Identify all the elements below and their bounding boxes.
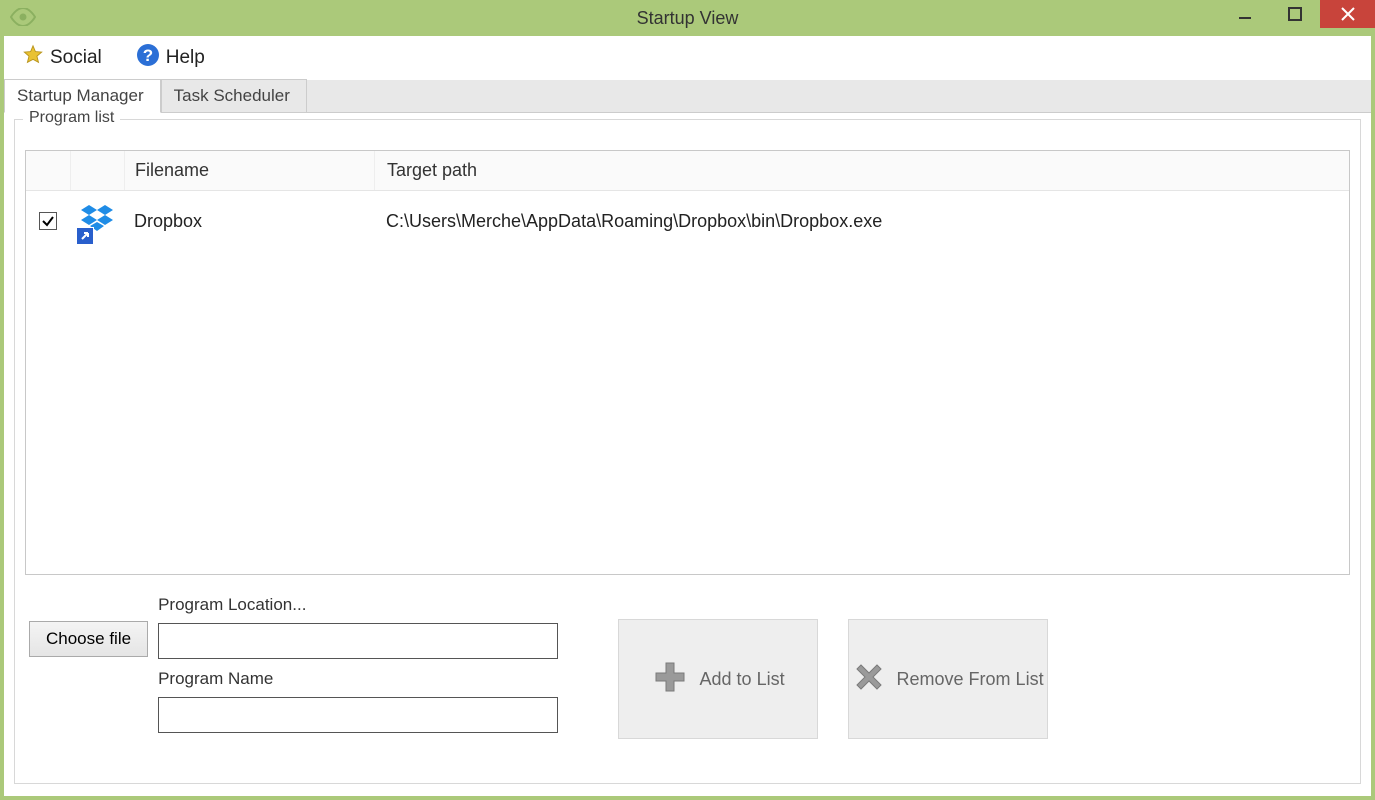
social-button[interactable]: Social xyxy=(22,44,102,72)
toolbar: Social ? Help xyxy=(4,36,1371,80)
app-eye-icon xyxy=(10,8,36,29)
program-location-label: Program Location... xyxy=(158,595,558,615)
row-filename: Dropbox xyxy=(124,191,374,251)
help-button[interactable]: ? Help xyxy=(136,43,205,73)
row-target: C:\Users\Merche\AppData\Roaming\Dropbox\… xyxy=(374,191,1349,251)
add-to-list-label: Add to List xyxy=(700,669,785,690)
remove-from-list-button[interactable]: Remove From List xyxy=(848,619,1048,739)
window-title: Startup View xyxy=(637,8,739,29)
list-item[interactable]: Dropbox C:\Users\Merche\AppData\Roaming\… xyxy=(26,191,1349,251)
svg-text:?: ? xyxy=(143,46,153,65)
program-list-group: Program list Filename Target path xyxy=(14,119,1361,784)
star-icon xyxy=(22,44,44,72)
social-label: Social xyxy=(50,47,102,69)
row-checkbox[interactable] xyxy=(39,212,57,230)
titlebar: Startup View xyxy=(0,0,1375,36)
program-name-input[interactable] xyxy=(158,697,558,733)
tabstrip: Startup Manager Task Scheduler xyxy=(4,80,1371,113)
x-icon xyxy=(853,661,885,698)
listview-header: Filename Target path xyxy=(26,151,1349,191)
maximize-button[interactable] xyxy=(1270,0,1320,28)
close-button[interactable] xyxy=(1320,0,1375,28)
program-name-label: Program Name xyxy=(158,669,558,689)
column-filename[interactable]: Filename xyxy=(124,151,374,190)
group-legend: Program list xyxy=(23,109,120,127)
tab-task-scheduler[interactable]: Task Scheduler xyxy=(161,79,307,112)
help-label: Help xyxy=(166,47,205,69)
help-icon: ? xyxy=(136,43,160,73)
column-target[interactable]: Target path xyxy=(374,151,1349,190)
program-listview[interactable]: Filename Target path xyxy=(25,150,1350,575)
program-location-input[interactable] xyxy=(158,623,558,659)
shortcut-arrow-icon xyxy=(76,227,94,245)
tab-startup-manager[interactable]: Startup Manager xyxy=(4,79,161,113)
minimize-button[interactable] xyxy=(1220,0,1270,28)
remove-from-list-label: Remove From List xyxy=(897,669,1044,690)
plus-icon xyxy=(652,659,688,700)
add-to-list-button[interactable]: Add to List xyxy=(618,619,818,739)
choose-file-button[interactable]: Choose file xyxy=(29,621,148,657)
